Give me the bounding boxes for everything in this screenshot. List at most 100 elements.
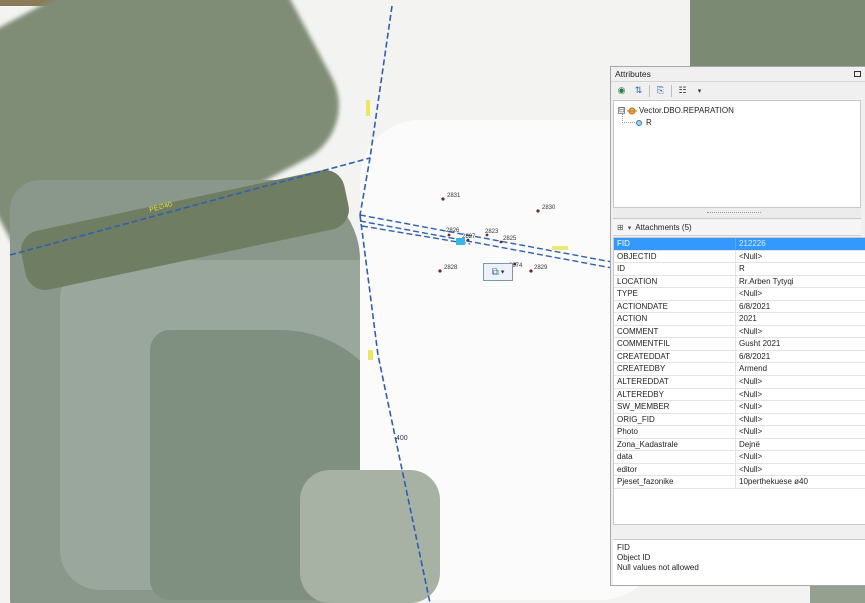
table-row[interactable]: ACTION 2021 [614,313,865,326]
field-value-cell[interactable]: <Null> [736,464,865,476]
field-name-cell: CREATEDBY [614,363,736,376]
line-label-marker [368,350,373,360]
table-row[interactable]: editor <Null> [614,463,865,477]
field-value-cell[interactable]: Gusht 2021 [736,338,865,350]
field-value-cell[interactable]: <Null> [736,326,865,338]
line-label-marker [552,246,568,250]
field-name-cell: Zona_Kadastrale [614,438,736,451]
field-name-cell: editor [614,463,736,476]
table-row[interactable]: ALTEREDBY <Null> [614,388,865,402]
field-value-cell[interactable]: Rr.Arben Tytyqi [736,276,865,288]
field-name-cell: COMMENT [614,325,736,338]
tree-connector [622,114,635,123]
attributes-window[interactable]: Attributes ◉ ⇅ ⎘ ☷ ▾ ⊟ Vector.DBO.REPARA… [610,66,865,586]
point-2823[interactable]: 2823 [485,229,499,237]
pipe-line-east-1[interactable] [359,214,613,263]
table-row[interactable]: CREATEDDAT 6/8/2021 [614,350,865,364]
field-description-pane: FID Object ID Null values not allowed [613,539,865,585]
attribute-grid[interactable]: FID 212226 OBJECTID <Null> ID R LOCATION Rr.Arb… [613,237,865,525]
layer-name: Vector.DBO.REPARATION [639,106,734,115]
line-label-400: 400 [396,435,408,442]
table-row[interactable]: ID R [614,263,865,276]
svg-text:2825: 2825 [503,236,517,242]
field-value-cell[interactable]: <Null> [736,426,865,438]
table-row[interactable]: Zona_Kadastrale Dejnë [614,438,865,452]
field-value-cell[interactable]: Armend [736,363,865,375]
point-2829[interactable]: 2829 [529,265,548,273]
field-name-cell: ACTIONDATE [614,300,736,313]
point-2826[interactable]: 2826 [446,228,460,237]
tree-feature-node[interactable]: R [636,117,652,128]
table-row[interactable]: LOCATION Rr.Arben Tytyqi [614,275,865,289]
table-row[interactable]: ACTIONDATE 6/8/2021 [614,300,865,314]
chevron-down-icon: ▾ [500,269,505,276]
field-value-cell[interactable]: <Null> [736,376,865,388]
field-value-cell[interactable]: <Null> [736,288,865,300]
field-value-cell[interactable]: <Null> [736,451,865,463]
svg-text:2831: 2831 [447,193,461,199]
field-value-cell[interactable]: R [736,263,865,275]
table-row[interactable]: ORIG_FID <Null> [614,413,865,427]
field-value-cell[interactable]: 6/8/2021 [736,301,865,313]
copy-feature-icon: ⧉ [491,266,499,278]
attributes-toolbar: ◉ ⇅ ⎘ ☷ ▾ [611,82,865,99]
table-row[interactable]: OBJECTID <Null> [614,250,865,264]
field-value-cell[interactable]: Dejnë [736,439,865,451]
pane-splitter[interactable] [613,208,861,219]
table-row[interactable]: TYPE <Null> [614,288,865,301]
table-row[interactable]: FID 212226 [614,238,865,251]
tree-layer-node[interactable]: ⊟ Vector.DBO.REPARATION [618,105,734,116]
field-name-cell: ALTEREDDAT [614,376,736,388]
attributes-titlebar[interactable]: Attributes [611,67,865,82]
table-row[interactable]: CREATEDBY Armend [614,363,865,377]
feature-tree[interactable]: ⊟ Vector.DBO.REPARATION R [613,100,861,208]
field-value-cell[interactable]: 212226 [736,238,865,250]
feature-point-icon [636,119,642,126]
field-name-cell: ALTEREDBY [614,388,736,401]
table-row[interactable]: COMMENTFIL Gusht 2021 [614,338,865,351]
field-value-cell[interactable]: <Null> [736,251,865,263]
table-row[interactable]: ALTEREDDAT <Null> [614,376,865,389]
field-name-cell: CREATEDDAT [614,350,736,363]
chevron-down-icon[interactable]: ▾ [628,224,632,232]
table-row[interactable]: Pjeset_fazonike 10perthekuese ø40 [614,476,865,489]
field-name-cell: TYPE [614,288,736,300]
field-name-cell: SW_MEMBER [614,401,736,413]
sort-icon[interactable]: ⇅ [632,84,645,97]
table-row[interactable]: COMMENT <Null> [614,325,865,339]
show-all-icon[interactable]: ◉ [615,84,628,97]
copy-attributes-icon[interactable]: ⎘ [654,84,667,97]
point-2831[interactable]: 2831 [441,193,461,201]
point-2830[interactable]: 2830 [536,205,556,213]
description-field-name: FID [617,543,630,552]
toolbar-separator [671,84,672,97]
table-row[interactable]: data <Null> [614,451,865,464]
restore-window-icon[interactable] [854,71,861,77]
field-value-cell[interactable]: <Null> [736,414,865,426]
splitter-grip[interactable] [707,212,761,215]
toolbar-separator [649,84,650,97]
chevron-down-icon[interactable]: ▾ [693,84,706,97]
svg-text:2826: 2826 [446,228,460,234]
table-row[interactable]: Photo <Null> [614,426,865,439]
feature-popup-button[interactable]: ⧉ ▾ [483,263,513,281]
field-value-cell[interactable]: 10perthekuese ø40 [736,476,865,488]
field-value-cell[interactable]: <Null> [736,401,865,413]
pipe-line-south[interactable] [359,214,431,603]
field-value-cell[interactable]: <Null> [736,389,865,401]
description-line-1: Object ID [617,553,651,562]
field-value-cell[interactable]: 2021 [736,313,865,325]
svg-text:2829: 2829 [534,265,548,271]
attachments-bar[interactable]: ⊞ ▾ Attachments (5) [613,220,861,236]
field-name-cell: ID [614,263,736,275]
field-name-cell: data [614,451,736,463]
point-2828[interactable]: 2828 [438,265,458,273]
field-value-cell[interactable]: 6/8/2021 [736,351,865,363]
pipe-line-west[interactable] [9,157,371,256]
collapse-icon[interactable]: ⊟ [618,107,625,114]
table-row[interactable]: SW_MEMBER <Null> [614,401,865,414]
point-2825[interactable]: 2825 [499,236,517,244]
pipe-line-north[interactable] [359,5,393,216]
paperclip-icon: ⊞ [617,223,624,232]
table-options-icon[interactable]: ☷ [676,84,689,97]
